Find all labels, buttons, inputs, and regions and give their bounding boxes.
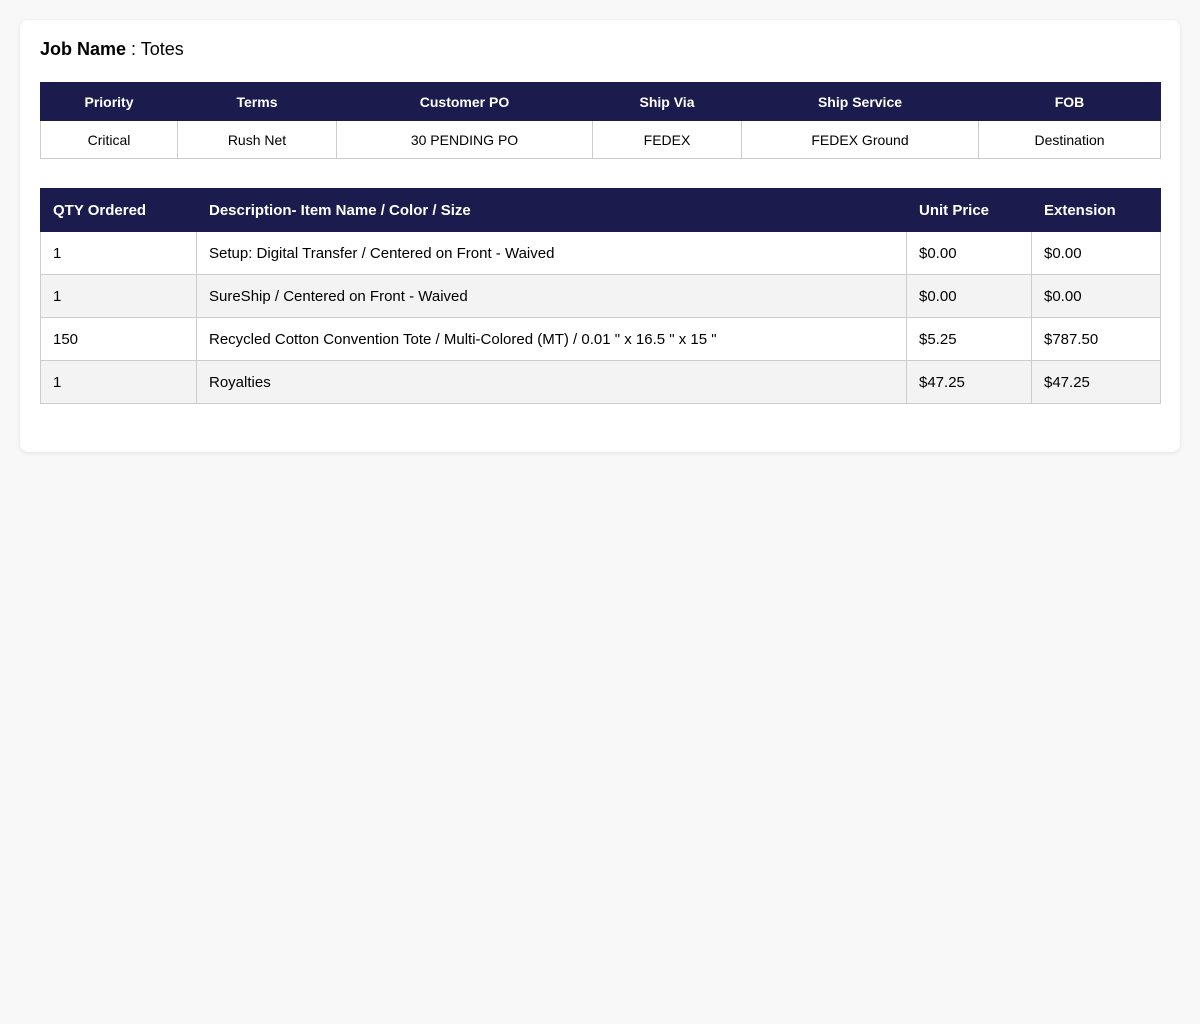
header-unit-price: Unit Price	[906, 188, 1032, 232]
description-cell: Royalties	[196, 360, 907, 404]
header-customer-po: Customer PO	[336, 82, 593, 121]
order-card: Job Name : Totes Priority Terms Customer…	[20, 20, 1180, 452]
extension-cell: $0.00	[1031, 231, 1161, 275]
header-ship-via: Ship Via	[592, 82, 742, 121]
value-ship-via: FEDEX	[592, 120, 742, 159]
header-fob: FOB	[978, 82, 1161, 121]
value-customer-po: 30 PENDING PO	[336, 120, 593, 159]
line-items-table: QTY Ordered Description- Item Name / Col…	[40, 188, 1161, 404]
table-row: 150 Recycled Cotton Convention Tote / Mu…	[40, 317, 1161, 361]
value-terms: Rush Net	[177, 120, 337, 159]
value-fob: Destination	[978, 120, 1161, 159]
header-qty-ordered: QTY Ordered	[40, 188, 197, 232]
qty-cell: 1	[40, 231, 197, 275]
extension-cell: $787.50	[1031, 317, 1161, 361]
line-items-header-row: QTY Ordered Description- Item Name / Col…	[40, 188, 1161, 232]
table-row: 1 Setup: Digital Transfer / Centered on …	[40, 231, 1161, 275]
unit-price-cell: $0.00	[906, 274, 1032, 318]
job-name-line: Job Name : Totes	[40, 38, 184, 60]
value-ship-service: FEDEX Ground	[741, 120, 979, 159]
job-name-separator: :	[126, 39, 141, 59]
description-cell: Recycled Cotton Convention Tote / Multi-…	[196, 317, 907, 361]
header-ship-service: Ship Service	[741, 82, 979, 121]
header-terms: Terms	[177, 82, 337, 121]
table-row: 1 SureShip / Centered on Front - Waived …	[40, 274, 1161, 318]
unit-price-cell: $5.25	[906, 317, 1032, 361]
job-name-value: Totes	[140, 39, 184, 59]
description-cell: SureShip / Centered on Front - Waived	[196, 274, 907, 318]
order-info-table: Priority Terms Customer PO Ship Via Ship…	[40, 82, 1161, 159]
unit-price-cell: $0.00	[906, 231, 1032, 275]
description-cell: Setup: Digital Transfer / Centered on Fr…	[196, 231, 907, 275]
extension-cell: $0.00	[1031, 274, 1161, 318]
order-info-header-row: Priority Terms Customer PO Ship Via Ship…	[40, 82, 1161, 121]
header-description: Description- Item Name / Color / Size	[196, 188, 907, 232]
order-info-value-row: Critical Rush Net 30 PENDING PO FEDEX FE…	[40, 120, 1161, 159]
job-name-label: Job Name	[40, 39, 127, 59]
qty-cell: 1	[40, 360, 197, 404]
header-priority: Priority	[40, 82, 178, 121]
header-extension: Extension	[1031, 188, 1161, 232]
table-row: 1 Royalties $47.25 $47.25	[40, 360, 1161, 404]
qty-cell: 1	[40, 274, 197, 318]
unit-price-cell: $47.25	[906, 360, 1032, 404]
extension-cell: $47.25	[1031, 360, 1161, 404]
value-priority: Critical	[40, 120, 178, 159]
qty-cell: 150	[40, 317, 197, 361]
